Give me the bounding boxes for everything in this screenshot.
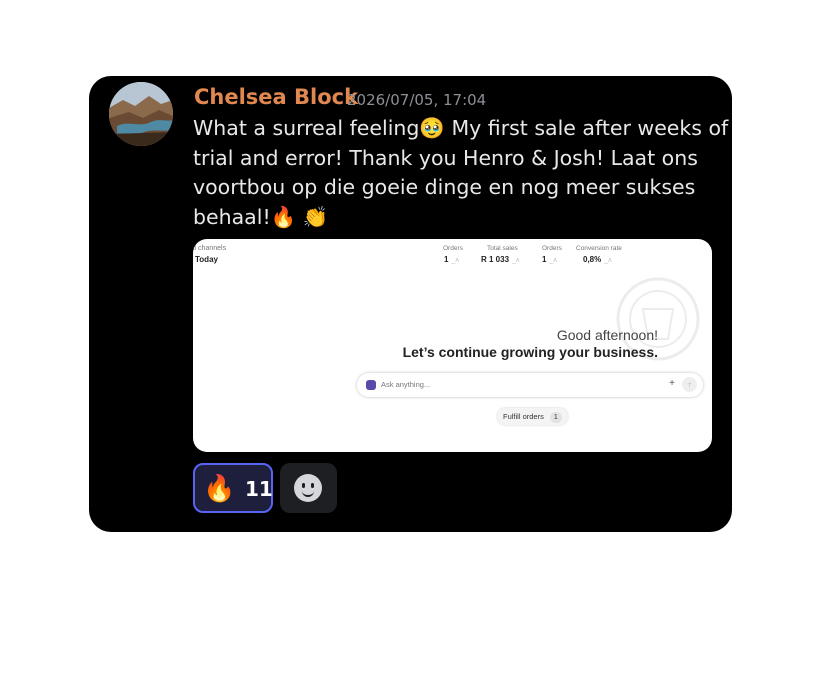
fulfill-orders-button[interactable]: Fulfill orders 1: [497, 408, 568, 425]
metric-value: R 1 033 _ʌ: [481, 255, 520, 264]
channels-label: ll channels: [193, 245, 227, 252]
add-reaction-smiley-icon: [294, 474, 322, 502]
message-line: What a surreal feeling🥹 My first sale af…: [193, 116, 729, 140]
subgreeting: Let’s continue growing your business.: [402, 344, 658, 360]
metric-label: Orders: [443, 245, 463, 252]
reaction-count: 11: [245, 477, 273, 501]
author-name[interactable]: Chelsea Block: [194, 85, 358, 109]
plus-icon[interactable]: +: [669, 378, 675, 389]
fire-emoji: 🔥: [203, 474, 236, 504]
ask-input[interactable]: Ask anything... + ↑: [357, 373, 703, 397]
metric-value: 1 _ʌ: [542, 255, 557, 264]
fulfill-count: 1: [549, 412, 562, 423]
metric-label: Orders: [542, 245, 562, 252]
metric-value: 1 _ʌ: [444, 255, 459, 264]
message-line: behaal!🔥 👏: [193, 204, 329, 229]
assistant-icon: [366, 380, 376, 390]
fire-reaction-button[interactable]: 🔥 11: [193, 463, 273, 513]
date-range-label: Today: [195, 255, 218, 264]
user-avatar[interactable]: [109, 82, 173, 146]
message-text: What a surreal feeling🥹 My first sale af…: [193, 114, 729, 232]
ask-placeholder: Ask anything...: [381, 380, 431, 389]
message-card: Chelsea Block 2026/07/05, 17:04 What a s…: [89, 76, 732, 532]
attached-screenshot[interactable]: ll channels Today Orders 1 _ʌ Total sales…: [193, 239, 712, 452]
send-icon[interactable]: ↑: [682, 377, 697, 392]
message-line: trial and error! Thank you Henro & Josh!…: [193, 145, 698, 170]
metric-label: Conversion rate: [576, 245, 622, 252]
message-timestamp: 2026/07/05, 17:04: [347, 91, 487, 109]
metric-label: Total sales: [487, 245, 518, 252]
fulfill-label: Fulfill orders: [503, 412, 544, 421]
message-line: voortbou op die goeie dinge en nog meer …: [193, 175, 696, 199]
greeting: Good afternoon!: [556, 327, 658, 343]
add-reaction-button[interactable]: [280, 463, 337, 513]
metric-value: 0,8% _ʌ: [583, 255, 612, 264]
